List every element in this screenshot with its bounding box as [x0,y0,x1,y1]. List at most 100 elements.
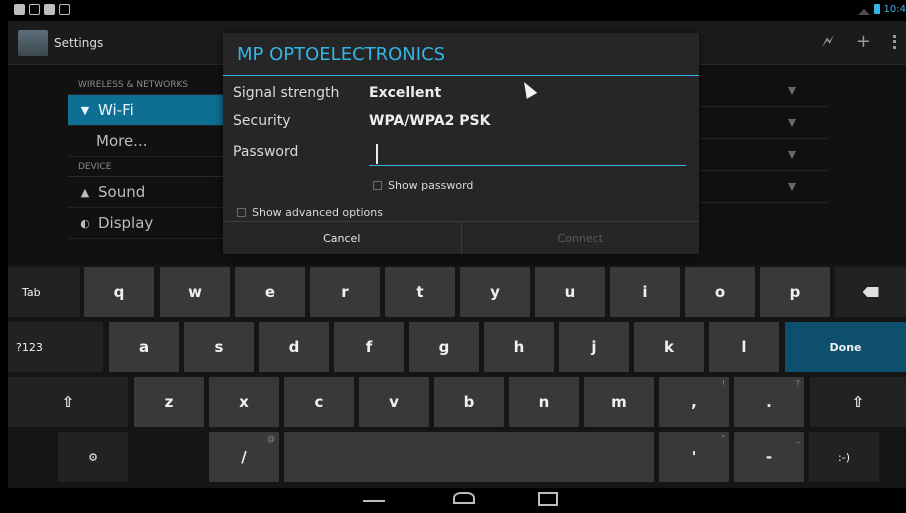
shift-key-left[interactable]: ⇧ [8,377,128,427]
key-f[interactable]: f [334,322,404,372]
key-j[interactable]: j [559,322,629,372]
smiley-key[interactable]: :-) [809,432,879,482]
home-icon[interactable] [453,492,475,504]
status-bar: 10:4 [8,0,906,21]
key-u[interactable]: u [535,267,605,317]
overflow-menu-icon[interactable] [893,34,896,49]
app-title: Settings [54,36,104,50]
key-g[interactable]: g [409,322,479,372]
settings-list: WIRELESS & NETWORKS ▼ Wi-Fi More... DEVI… [68,75,228,239]
checkbox-icon [373,181,382,190]
show-password-checkbox[interactable]: Show password [373,179,473,192]
backspace-key[interactable] [835,267,906,317]
settings-item-sound[interactable]: ▲ Sound [68,177,228,208]
network-row[interactable] [698,139,828,171]
key-b[interactable]: b [434,377,504,427]
text-cursor [376,144,378,164]
signal-strength-value: Excellent [369,85,442,101]
soft-keyboard: Tab q w e r t y u i o p ?123 a s d f g h… [8,265,906,488]
key-label: - [765,448,773,466]
wifi-signal-icon [788,151,796,159]
key-k[interactable]: k [634,322,704,372]
key-h[interactable]: h [484,322,554,372]
key-x[interactable]: x [209,377,279,427]
key-z[interactable]: z [134,377,204,427]
key-y[interactable]: y [460,267,530,317]
settings-item-label: Display [98,213,154,232]
wifi-signal-icon [788,119,796,127]
network-row[interactable] [698,171,828,203]
key-slash[interactable]: / @ [209,432,279,482]
key-l[interactable]: l [709,322,779,372]
key-s[interactable]: s [184,322,254,372]
wifi-signal-icon [788,183,796,191]
wifi-signal-icon [857,3,870,15]
settings-item-display[interactable]: ◐ Display [68,208,228,239]
wifi-icon: ▼ [80,103,90,117]
key-period[interactable]: . ? [734,377,804,427]
key-symbols[interactable]: ?123 [8,322,103,372]
key-c[interactable]: c [284,377,354,427]
settings-item-wifi[interactable]: ▼ Wi-Fi [68,95,228,126]
signal-strength-label: Signal strength [233,85,340,101]
show-advanced-label: Show advanced options [252,206,383,219]
connect-button[interactable]: Connect [460,222,700,254]
device-header: DEVICE [68,157,228,177]
wifi-signal-icon [788,87,796,95]
keyboard-settings-key[interactable]: ⚙ [58,432,128,482]
key-hint: _ [796,434,800,443]
navigation-bar [8,488,906,513]
wps-icon[interactable]: 🗲 [822,31,834,52]
settings-item-label: Wi-Fi [98,100,134,119]
shift-icon: ⇧ [61,393,75,411]
dialog-title: MP OPTOELECTRONICS [223,33,699,76]
key-e[interactable]: e [235,267,305,317]
action-bar-actions: 🗲 + [822,31,896,52]
key-i[interactable]: i [610,267,680,317]
key-comma[interactable]: , ! [659,377,729,427]
back-icon[interactable] [363,494,385,502]
key-tab[interactable]: Tab [8,267,80,317]
key-a[interactable]: a [109,322,179,372]
add-network-icon[interactable]: + [856,31,871,52]
key-p[interactable]: p [760,267,830,317]
network-row[interactable] [698,75,828,107]
security-value: WPA/WPA2 PSK [369,113,491,129]
network-row[interactable] [698,107,828,139]
key-w[interactable]: w [160,267,230,317]
show-password-label: Show password [388,179,474,192]
settings-item-more[interactable]: More... [68,126,228,157]
key-dash[interactable]: - _ [734,432,804,482]
key-hint: ? [795,379,800,388]
backspace-icon [862,287,879,297]
brightness-icon: ◐ [80,216,90,230]
shift-icon: ⇧ [851,393,865,411]
key-m[interactable]: m [584,377,654,427]
keyboard-settings-icon: ⚙ [88,450,98,464]
shift-key-right[interactable]: ⇧ [810,377,906,427]
cancel-button[interactable]: Cancel [223,222,461,254]
key-label: , [691,393,697,411]
recent-apps-icon[interactable] [538,492,558,506]
key-v[interactable]: v [359,377,429,427]
settings-app-icon[interactable] [18,30,48,56]
clock: 10:4 [883,3,906,15]
password-input[interactable] [369,142,686,166]
key-r[interactable]: r [310,267,380,317]
key-t[interactable]: t [385,267,455,317]
key-hint: @ [267,434,275,443]
key-o[interactable]: o [685,267,755,317]
key-d[interactable]: d [259,322,329,372]
spacebar[interactable] [284,432,654,482]
battery-icon [873,4,880,14]
key-label: . [766,393,772,411]
notification-icon [44,4,55,15]
notification-icon [29,4,40,15]
security-label: Security [233,113,291,129]
key-n[interactable]: n [509,377,579,427]
password-label: Password [233,144,299,160]
key-apostrophe[interactable]: ' " [659,432,729,482]
show-advanced-checkbox[interactable]: Show advanced options [237,206,383,219]
done-key[interactable]: Done [785,322,906,372]
key-q[interactable]: q [84,267,154,317]
